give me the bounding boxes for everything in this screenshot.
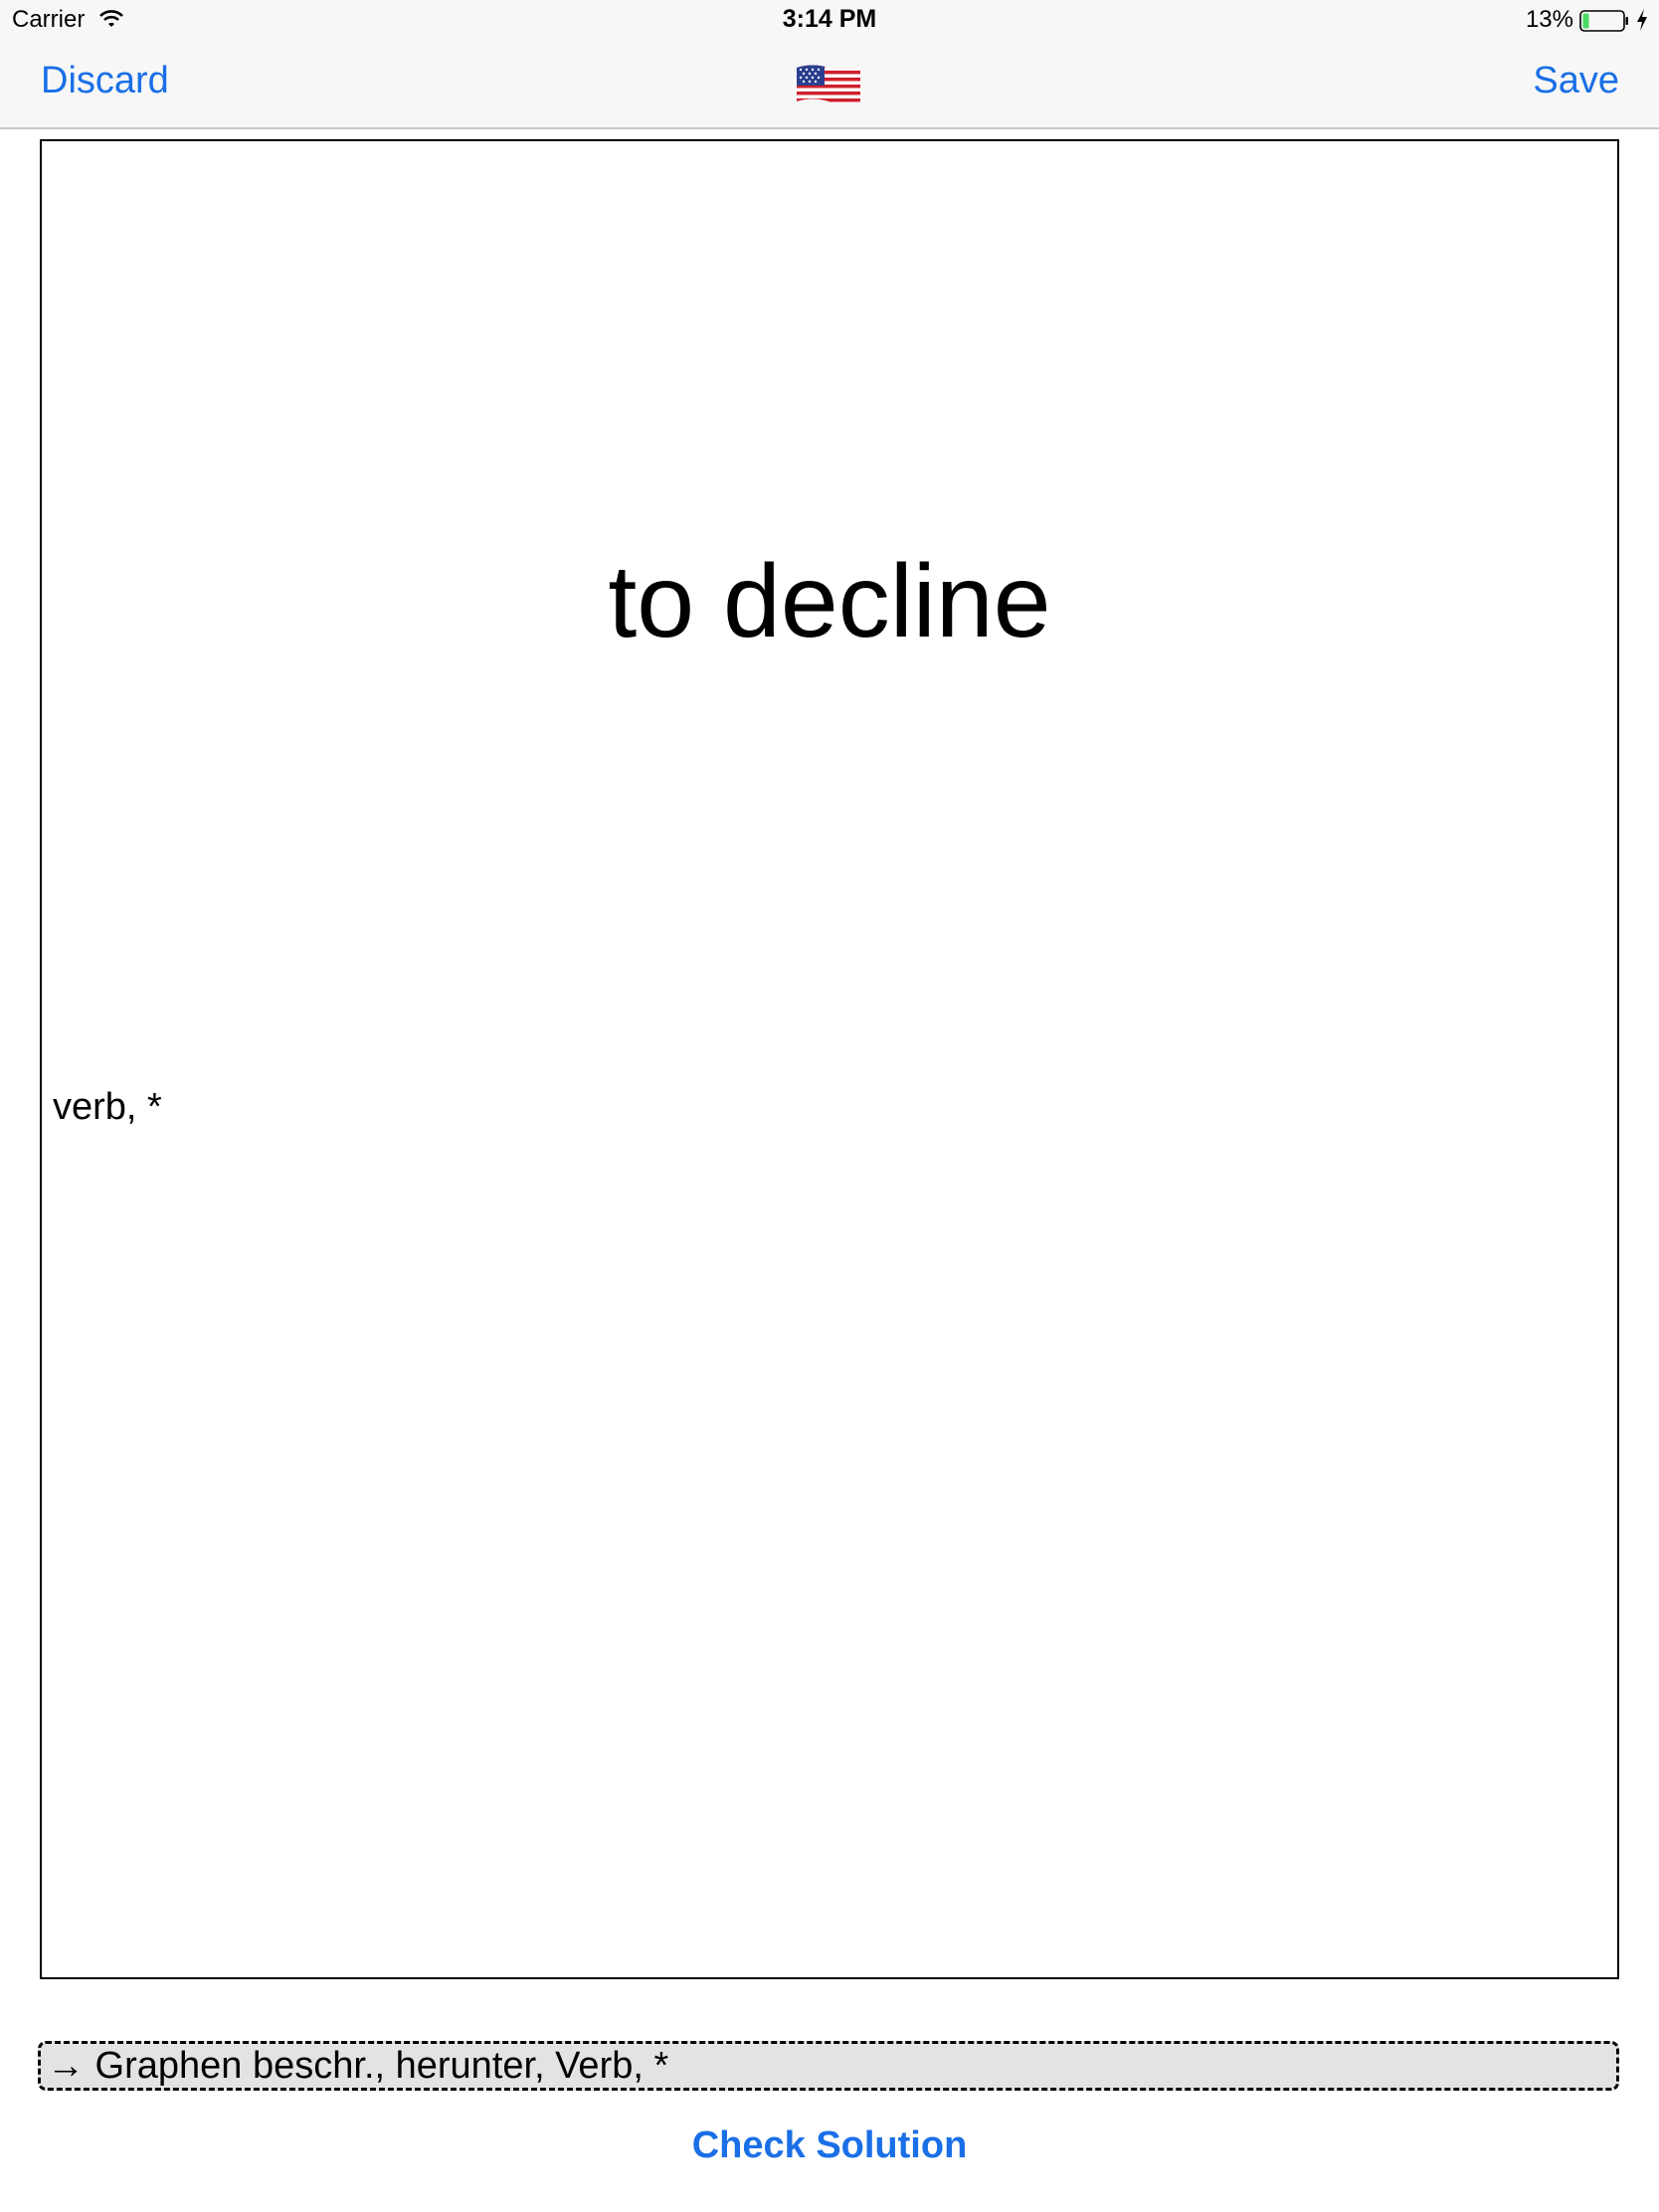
us-flag-icon bbox=[797, 65, 860, 104]
card-term: to decline bbox=[608, 544, 1051, 659]
page: Carrier 3:14 PM 13% Discard Save to decl… bbox=[0, 0, 1659, 2212]
status-time: 3:14 PM bbox=[782, 5, 877, 33]
flashcard: to decline verb, * bbox=[40, 139, 1619, 1979]
nav-bar: Discard Save bbox=[0, 40, 1659, 129]
card-meta: verb, * bbox=[53, 1086, 162, 1128]
discard-button[interactable]: Discard bbox=[41, 60, 169, 102]
save-button[interactable]: Save bbox=[1533, 60, 1619, 102]
battery-percent: 13% bbox=[1525, 6, 1573, 33]
answer-input[interactable] bbox=[38, 2041, 1619, 2091]
status-bar: Carrier 3:14 PM 13% bbox=[0, 0, 1659, 40]
charging-icon bbox=[1637, 9, 1647, 31]
battery-icon bbox=[1579, 10, 1628, 32]
check-solution-button[interactable]: Check Solution bbox=[0, 2124, 1659, 2167]
